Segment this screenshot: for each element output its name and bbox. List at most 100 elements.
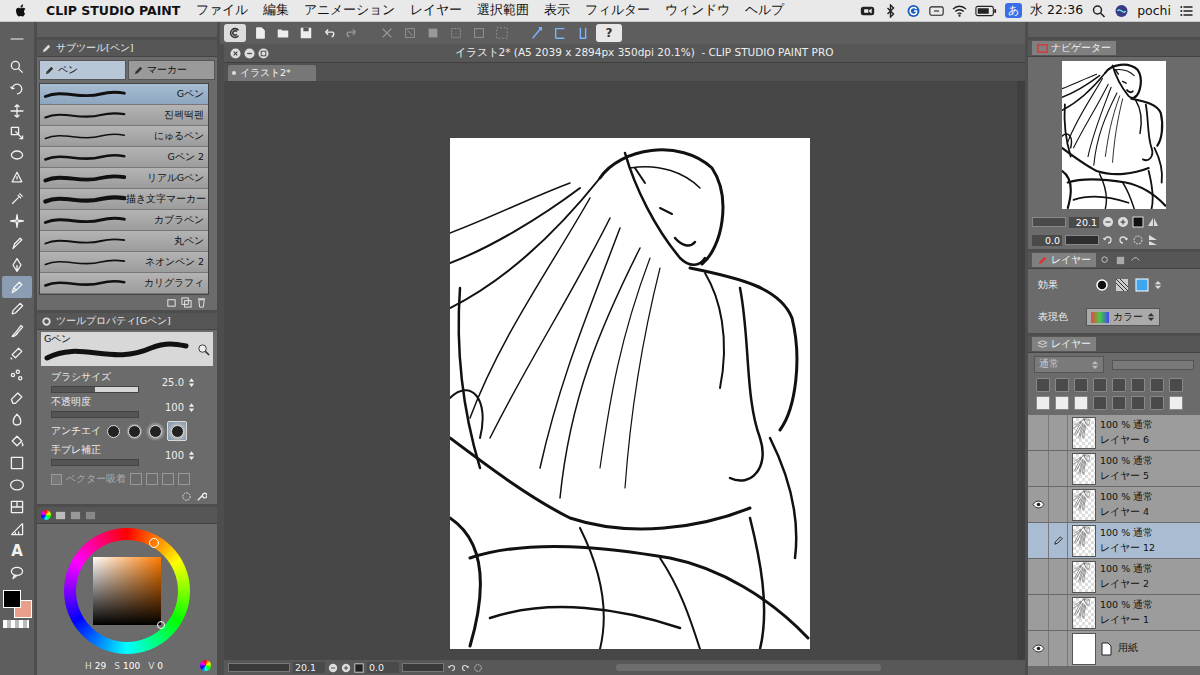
zoom-in-icon[interactable] xyxy=(1117,216,1129,228)
antialias-option[interactable] xyxy=(167,421,187,441)
flip-icon[interactable] xyxy=(1147,216,1159,228)
brush-row[interactable]: カリグラフィ xyxy=(40,273,208,294)
border-effect-icon[interactable] xyxy=(1094,277,1110,293)
brush-row[interactable]: 描き文字マーカー xyxy=(40,189,208,210)
navigator-tab[interactable]: ナビゲーター xyxy=(1032,41,1116,55)
saturation-value[interactable]: 100 xyxy=(123,661,140,671)
brush-row[interactable]: リアルGペン xyxy=(40,168,208,189)
brush-row[interactable]: にゅるペン xyxy=(40,126,208,147)
navigator-rotate-slider[interactable] xyxy=(1065,235,1099,245)
saturation-value-square[interactable] xyxy=(93,557,161,625)
clock[interactable]: 水 22:36 xyxy=(1030,2,1083,19)
menu-item[interactable]: アニメーション xyxy=(304,2,395,19)
slider-track[interactable] xyxy=(51,386,139,393)
rotate-right-icon[interactable] xyxy=(460,663,470,673)
bluetooth-icon[interactable] xyxy=(883,4,898,18)
zoom-in-icon[interactable] xyxy=(341,663,351,673)
hue-ring[interactable] xyxy=(64,528,190,654)
brush-row[interactable]: Gペン 2 xyxy=(40,147,208,168)
app-menu[interactable]: CLIP STUDIO PAINT xyxy=(46,3,180,18)
subtool-tab[interactable]: ペン xyxy=(39,60,126,80)
snap-special-button[interactable] xyxy=(573,24,592,42)
antialias-option[interactable] xyxy=(125,422,143,440)
visibility-toggle[interactable] xyxy=(1028,631,1049,666)
tool-button[interactable] xyxy=(2,56,32,78)
tone-effect-icon[interactable] xyxy=(1114,277,1130,293)
scale-button[interactable] xyxy=(446,24,465,42)
tool-button[interactable] xyxy=(2,122,32,144)
antialias-option[interactable] xyxy=(146,422,164,440)
lock-icon[interactable] xyxy=(1093,378,1107,392)
subtool-tab[interactable]: マーカー xyxy=(128,60,215,80)
panel-grip-icon[interactable] xyxy=(8,35,26,43)
slider-track[interactable] xyxy=(51,411,139,418)
brush-row[interactable]: ネオンペン 2 xyxy=(40,252,208,273)
layer-row[interactable]: 100 % 通常レイヤー 4 xyxy=(1028,487,1200,523)
spinner-arrows-icon[interactable] xyxy=(188,401,195,414)
deselect-button[interactable] xyxy=(469,24,488,42)
undo-button[interactable] xyxy=(319,24,338,42)
menu-item[interactable]: ファイル xyxy=(196,2,248,19)
minimize-icon[interactable] xyxy=(244,48,255,59)
zoom-out-icon[interactable] xyxy=(1102,216,1114,228)
layer-row[interactable]: 100 % 通常レイヤー 12 xyxy=(1028,523,1200,559)
intermediate-color-tab-icon[interactable] xyxy=(70,510,81,521)
color-mode-icon[interactable] xyxy=(200,660,211,671)
fit-icon[interactable] xyxy=(354,663,364,673)
new-folder-icon[interactable] xyxy=(1074,396,1088,410)
new-file-button[interactable] xyxy=(250,24,269,42)
menu-item[interactable]: フィルター xyxy=(585,2,650,19)
tool-button[interactable] xyxy=(2,144,32,166)
menu-item[interactable]: 表示 xyxy=(544,2,570,19)
search-icon[interactable] xyxy=(1091,4,1106,18)
apple-logo-icon[interactable] xyxy=(14,3,28,19)
history-tab-icon[interactable] xyxy=(1115,255,1126,266)
tool-button[interactable] xyxy=(2,254,32,276)
palette-icon[interactable] xyxy=(1169,378,1183,392)
input-mode-badge[interactable]: あ xyxy=(1005,3,1022,18)
spinner-arrows-icon[interactable] xyxy=(188,376,195,389)
color-wheel-tab-icon[interactable] xyxy=(41,510,51,520)
reset-rotation-icon[interactable] xyxy=(473,663,483,673)
maximize-icon[interactable] xyxy=(258,48,269,59)
tool-button[interactable] xyxy=(2,518,32,540)
magnifier-icon[interactable] xyxy=(197,343,210,356)
visibility-toggle[interactable] xyxy=(1028,415,1049,450)
tool-button[interactable] xyxy=(2,276,32,298)
snap-ruler-button[interactable] xyxy=(527,24,546,42)
close-icon[interactable] xyxy=(230,48,241,59)
tool-button[interactable] xyxy=(2,166,32,188)
notification-list-icon[interactable] xyxy=(1179,4,1194,18)
spinner-arrows-icon[interactable] xyxy=(188,449,195,462)
main-color-swatch[interactable] xyxy=(3,590,21,608)
fill-button[interactable] xyxy=(423,24,442,42)
spinner-arrows-icon[interactable] xyxy=(1154,279,1162,291)
draft-icon[interactable] xyxy=(1074,378,1088,392)
transparent-color-swatch[interactable] xyxy=(3,620,29,628)
tool-button[interactable] xyxy=(2,100,32,122)
hue-value[interactable]: 29 xyxy=(95,661,106,671)
save-button[interactable] xyxy=(296,24,315,42)
tool-button[interactable] xyxy=(2,408,32,430)
canvas-paper[interactable] xyxy=(450,138,810,649)
horizontal-scrollbar[interactable] xyxy=(616,664,881,671)
flip-vertical-icon[interactable] xyxy=(1147,234,1159,246)
open-button[interactable] xyxy=(273,24,292,42)
checkbox[interactable] xyxy=(51,474,62,485)
mask-enable-icon[interactable] xyxy=(1131,378,1145,392)
transfer-down-icon[interactable] xyxy=(1093,396,1107,410)
visibility-toggle[interactable] xyxy=(1028,559,1049,594)
layer-row[interactable]: 用紙 xyxy=(1028,631,1200,667)
help-button[interactable]: ? xyxy=(596,24,622,42)
trash-icon[interactable] xyxy=(196,297,207,308)
tool-button[interactable] xyxy=(2,232,32,254)
tool-button[interactable] xyxy=(2,364,32,386)
auto-action-tab-icon[interactable] xyxy=(1130,255,1141,266)
expression-color-select[interactable]: カラー xyxy=(1086,308,1160,326)
grammar-app-icon[interactable] xyxy=(906,4,921,18)
color-set-tab-icon[interactable] xyxy=(55,510,66,521)
hue-marker[interactable] xyxy=(149,538,159,548)
history-tab-icon[interactable] xyxy=(85,510,96,521)
tool-button[interactable]: A xyxy=(2,540,32,562)
layer-row[interactable]: 100 % 通常レイヤー 5 xyxy=(1028,451,1200,487)
